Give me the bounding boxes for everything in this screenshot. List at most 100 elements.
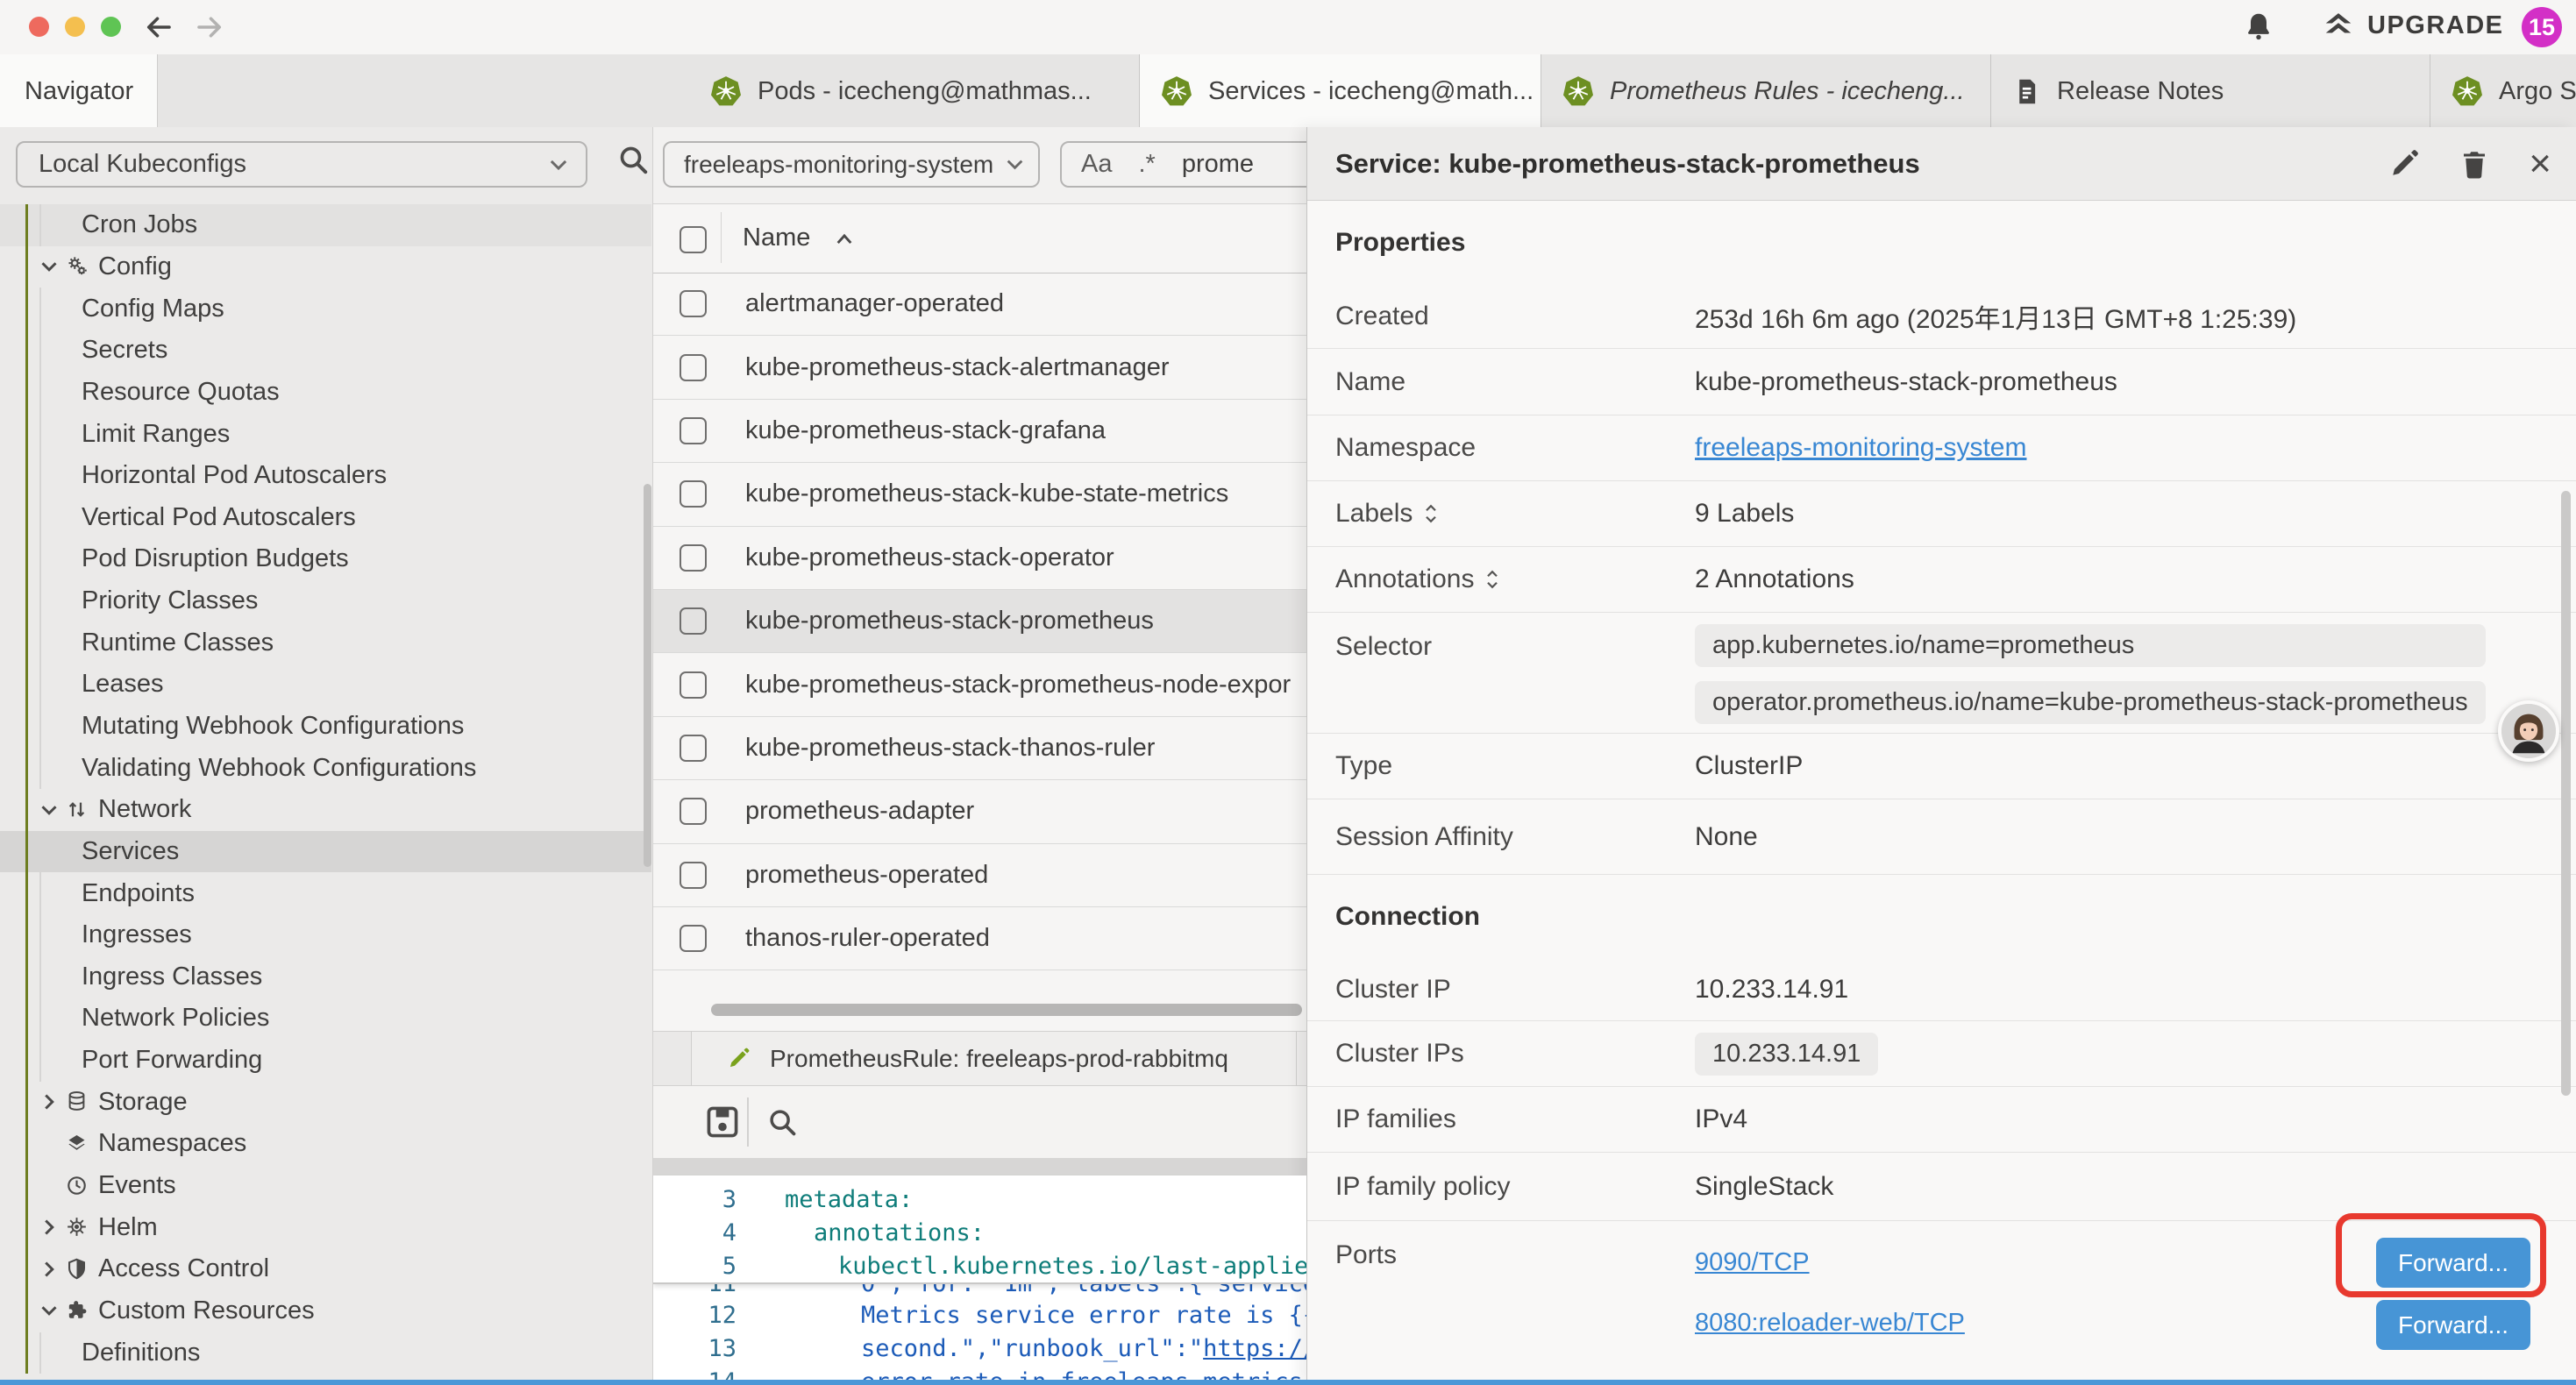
sidebar-item-config[interactable]: Config xyxy=(0,246,651,288)
tab-services[interactable]: Services - icecheng@math... × xyxy=(1140,54,1541,128)
sidebar-item-vertical-pod-autoscalers[interactable]: Vertical Pod Autoscalers xyxy=(0,496,651,538)
navigator-panel-tab[interactable]: Navigator xyxy=(0,54,158,128)
sidebar-item-network[interactable]: Network xyxy=(0,789,651,831)
sidebar-item-helm[interactable]: Helm xyxy=(0,1206,651,1248)
upgrade-button[interactable]: UPGRADE xyxy=(2322,9,2504,42)
delete-trash-icon[interactable] xyxy=(2459,148,2490,180)
editor-tab-prometheusrule[interactable]: PrometheusRule: freeleaps-prod-rabbitmq xyxy=(691,1032,1306,1085)
row-checkbox[interactable] xyxy=(680,417,707,444)
chevron-right-icon[interactable] xyxy=(39,1217,60,1238)
table-row[interactable]: kube-prometheus-stack-alertmanager xyxy=(653,336,1306,399)
kubeconfig-select[interactable]: Local Kubeconfigs xyxy=(16,141,587,188)
chevron-right-icon[interactable] xyxy=(39,1091,60,1112)
property-value[interactable]: 2 Annotations xyxy=(1695,565,1854,594)
row-checkbox[interactable] xyxy=(680,607,707,635)
sidebar-item-endpoints[interactable]: Endpoints xyxy=(0,872,651,914)
sidebar-search-icon[interactable] xyxy=(616,142,651,177)
notifications-bell-icon[interactable] xyxy=(2243,11,2274,42)
port-link[interactable]: 9090/TCP xyxy=(1695,1244,1965,1281)
row-checkbox[interactable] xyxy=(680,671,707,699)
sidebar-item-access-control[interactable]: Access Control xyxy=(0,1248,651,1290)
expand-collapse-icon[interactable] xyxy=(1484,566,1500,593)
row-checkbox[interactable] xyxy=(680,735,707,762)
sidebar-item-priority-classes[interactable]: Priority Classes xyxy=(0,580,651,622)
user-avatar[interactable] xyxy=(2498,700,2559,762)
row-checkbox[interactable] xyxy=(680,354,707,381)
regex-toggle[interactable]: .* xyxy=(1138,150,1155,179)
sidebar-item-pod-disruption-budgets[interactable]: Pod Disruption Budgets xyxy=(0,538,651,580)
sidebar-item-config-maps[interactable]: Config Maps xyxy=(0,288,651,330)
close-window-button[interactable] xyxy=(29,17,49,37)
table-row[interactable]: kube-prometheus-stack-grafana xyxy=(653,400,1306,463)
chevron-right-icon[interactable] xyxy=(39,1259,60,1280)
sidebar-item-cron-jobs[interactable]: Cron Jobs xyxy=(0,204,651,246)
sidebar-item-limit-ranges[interactable]: Limit Ranges xyxy=(0,413,651,455)
table-row[interactable]: kube-prometheus-stack-kube-state-metrics xyxy=(653,463,1306,526)
filter-input[interactable]: Aa .* prome xyxy=(1060,141,1306,188)
table-row[interactable]: prometheus-adapter xyxy=(653,780,1306,843)
editor-tab-next[interactable] xyxy=(1296,1032,1306,1085)
sidebar-item-definitions[interactable]: Definitions xyxy=(0,1332,651,1374)
sidebar-item-resource-quotas[interactable]: Resource Quotas xyxy=(0,372,651,414)
sidebar-item-events[interactable]: Events xyxy=(0,1165,651,1207)
save-icon[interactable] xyxy=(703,1103,742,1141)
row-checkbox[interactable] xyxy=(680,925,707,952)
table-row[interactable]: kube-prometheus-stack-prometheus-node-ex… xyxy=(653,653,1306,716)
table-row[interactable]: prometheus-operated xyxy=(653,844,1306,907)
row-checkbox[interactable] xyxy=(680,480,707,508)
tab-argo[interactable]: Argo Se xyxy=(2430,54,2576,128)
match-case-toggle[interactable]: Aa xyxy=(1081,150,1112,179)
table-row[interactable]: kube-prometheus-stack-thanos-ruler xyxy=(653,717,1306,780)
select-all-checkbox[interactable] xyxy=(680,226,707,253)
row-checkbox[interactable] xyxy=(680,862,707,889)
sidebar-item-runtime-classes[interactable]: Runtime Classes xyxy=(0,621,651,664)
back-arrow-icon[interactable] xyxy=(143,11,174,43)
namespace-select[interactable]: freeleaps-monitoring-system xyxy=(663,141,1040,188)
table-row[interactable]: thanos-ruler-operated xyxy=(653,907,1306,970)
sidebar-scrollbar[interactable] xyxy=(644,484,651,867)
row-checkbox[interactable] xyxy=(680,798,707,825)
sidebar-item-storage[interactable]: Storage xyxy=(0,1081,651,1123)
name-column-header[interactable]: Name xyxy=(743,203,810,273)
sidebar-item-leases[interactable]: Leases xyxy=(0,664,651,706)
table-row[interactable]: alertmanager-operated xyxy=(653,273,1306,336)
minimize-window-button[interactable] xyxy=(65,17,85,37)
editor-search-icon[interactable] xyxy=(765,1105,799,1139)
row-checkbox[interactable] xyxy=(680,290,707,317)
table-row[interactable]: kube-prometheus-stack-prometheus xyxy=(653,590,1306,653)
chevron-down-icon[interactable] xyxy=(39,256,60,277)
close-panel-icon[interactable]: × xyxy=(2529,148,2551,180)
namespace-link[interactable]: freeleaps-monitoring-system xyxy=(1695,433,2026,463)
notification-count-badge[interactable]: 15 xyxy=(2522,7,2562,47)
sidebar-item-validating-webhook-configurations[interactable]: Validating Webhook Configurations xyxy=(0,747,651,789)
row-checkbox[interactable] xyxy=(680,544,707,572)
expand-collapse-icon[interactable] xyxy=(1423,501,1439,527)
yaml-editor[interactable]: 3metadata: 4annotations: 5kubectl.kubern… xyxy=(653,1175,1306,1385)
sidebar-item-network-policies[interactable]: Network Policies xyxy=(0,998,651,1040)
tab-release-notes[interactable]: Release Notes xyxy=(1991,54,2430,128)
port-link[interactable]: 8080:reloader-web/TCP xyxy=(1695,1304,1965,1341)
maximize-window-button[interactable] xyxy=(101,17,121,37)
sidebar-item-ingresses[interactable]: Ingresses xyxy=(0,914,651,956)
sort-ascending-icon[interactable] xyxy=(833,228,856,251)
forward-arrow-icon[interactable] xyxy=(194,11,225,43)
tab-pods[interactable]: Pods - icecheng@mathmas... xyxy=(689,54,1140,128)
horizontal-scrollbar[interactable] xyxy=(711,1004,1302,1016)
sidebar-item-horizontal-pod-autoscalers[interactable]: Horizontal Pod Autoscalers xyxy=(0,455,651,497)
table-row[interactable]: kube-prometheus-stack-operator xyxy=(653,527,1306,590)
property-value[interactable]: 9 Labels xyxy=(1695,499,1794,529)
sidebar-item-namespaces[interactable]: Namespaces xyxy=(0,1123,651,1165)
sidebar-item-services[interactable]: Services xyxy=(0,831,651,873)
sidebar-item-port-forwarding[interactable]: Port Forwarding xyxy=(0,1040,651,1082)
tab-prometheus-rules[interactable]: Prometheus Rules - icecheng... xyxy=(1541,54,1991,128)
chevron-down-icon[interactable] xyxy=(39,799,60,820)
sidebar-item-ingress-classes[interactable]: Ingress Classes xyxy=(0,956,651,998)
sidebar-item-custom-resources[interactable]: Custom Resources xyxy=(0,1290,651,1332)
edit-pencil-icon[interactable] xyxy=(2388,148,2420,180)
editor-scroll-strip[interactable] xyxy=(653,1158,1306,1175)
sidebar-item-secrets[interactable]: Secrets xyxy=(0,330,651,372)
chevron-down-icon[interactable] xyxy=(39,1300,60,1321)
sidebar-item-mutating-webhook-configurations[interactable]: Mutating Webhook Configurations xyxy=(0,706,651,748)
forward-port-button[interactable]: Forward... xyxy=(2376,1300,2530,1350)
detail-scrollbar[interactable] xyxy=(2561,491,2571,1096)
